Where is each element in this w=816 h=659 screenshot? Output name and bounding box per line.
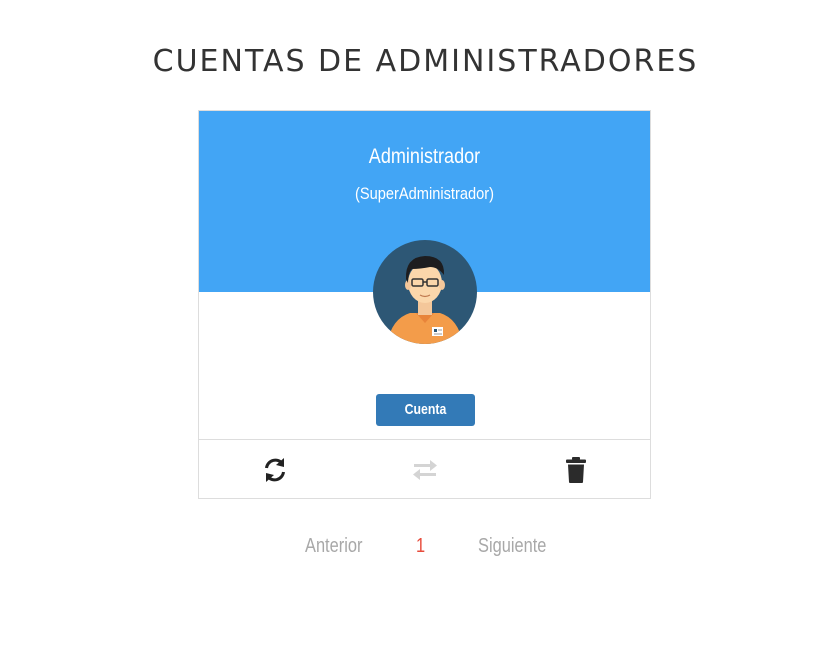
pagination-next[interactable]: Siguiente — [478, 535, 546, 558]
card-actions — [199, 439, 650, 500]
status-badge: Cuenta Activa — [376, 394, 475, 450]
admin-role: (SuperAdministrador) — [355, 184, 494, 203]
delete-button[interactable] — [560, 454, 592, 486]
transfer-button[interactable] — [409, 454, 441, 486]
admin-name: Administrador — [368, 145, 481, 168]
pagination: Anterior 1 Siguiente — [0, 535, 816, 565]
page-title: CUENTAS DE ADMINISTRADORES — [152, 44, 699, 79]
refresh-button[interactable] — [259, 454, 291, 486]
refresh-icon — [265, 458, 285, 482]
trash-icon — [566, 457, 586, 483]
exchange-icon — [413, 460, 437, 480]
pagination-page-1[interactable]: 1 — [416, 535, 425, 558]
pagination-previous[interactable]: Anterior — [305, 535, 362, 558]
admin-avatar-icon — [372, 239, 478, 345]
admin-account-card: Administrador (SuperAdministrador) Cuent… — [198, 110, 651, 499]
